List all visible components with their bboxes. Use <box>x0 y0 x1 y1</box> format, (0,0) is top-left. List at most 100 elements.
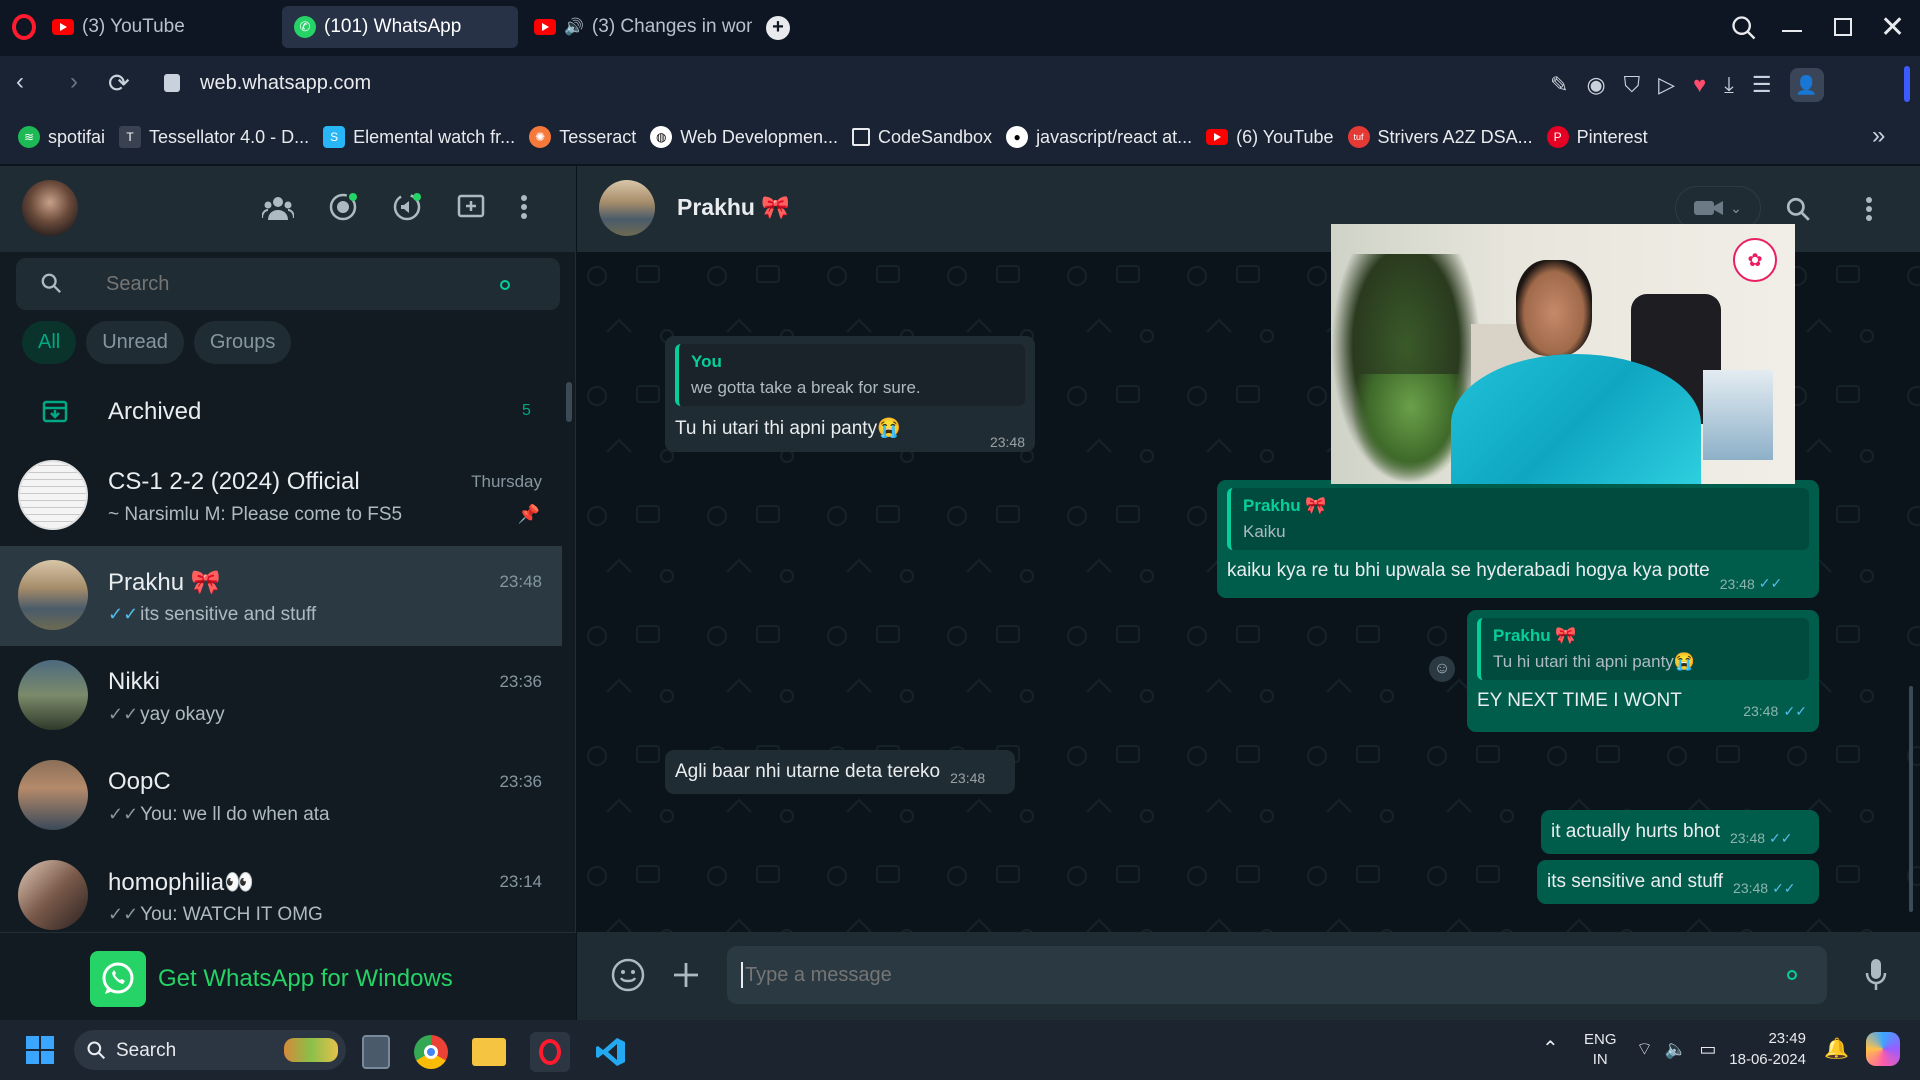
microphone-icon[interactable] <box>1865 958 1887 992</box>
quoted-author: You <box>691 352 722 371</box>
message-bubble-incoming[interactable]: Agli baar nhi utarne deta tereko 23:48 <box>665 750 1015 794</box>
download-icon[interactable]: ⤓ <box>1724 72 1734 98</box>
vscode-icon[interactable] <box>594 1035 628 1069</box>
tab-changes[interactable]: 🔊 (3) Changes in wome <box>522 6 752 48</box>
picture-in-picture-video[interactable]: ✿ <box>1331 224 1795 484</box>
copilot-icon[interactable] <box>1866 1032 1900 1066</box>
bookmark-spotifai[interactable]: ≋ spotifai <box>18 126 105 148</box>
menu-dots-icon[interactable] <box>520 194 528 220</box>
show-hidden-icons[interactable]: ⌃ <box>1542 1036 1559 1061</box>
message-input[interactable] <box>745 960 1725 990</box>
search-input[interactable] <box>106 270 486 298</box>
edit-icon[interactable]: ✎ <box>1550 72 1568 98</box>
minimize-button[interactable] <box>1782 30 1802 32</box>
status-icon[interactable] <box>328 192 358 222</box>
back-button[interactable]: ‹ <box>16 68 24 96</box>
emoji-reaction-icon[interactable]: ☺ <box>1429 656 1455 682</box>
tab-youtube[interactable]: (3) YouTube <box>40 6 280 48</box>
bookmark-webdev[interactable]: ◍ Web Developmen... <box>650 126 838 148</box>
scrollbar-thumb[interactable] <box>566 382 572 422</box>
quoted-message[interactable]: Prakhu 🎀 Tu hi utari thi apni panty😭 <box>1477 618 1809 680</box>
emoji-icon[interactable] <box>611 958 645 992</box>
chat-item-oopc[interactable]: OopC 23:36 ✓✓ You: we ll do when ata <box>0 746 562 846</box>
grammar-dot-icon <box>1787 970 1797 980</box>
bookmark-tesseract[interactable]: ✺ Tesseract <box>529 126 636 148</box>
new-tab-button[interactable]: + <box>766 16 790 40</box>
search-tabs-icon[interactable] <box>1730 14 1758 42</box>
bookmark-elemental[interactable]: S Elemental watch fr... <box>323 126 515 148</box>
read-receipt-icon: ✓✓ <box>1772 879 1796 896</box>
bookmark-codesandbox[interactable]: CodeSandbox <box>851 127 992 148</box>
notification-bell-icon[interactable]: 🔔 <box>1824 1036 1849 1061</box>
bookmark-pinterest[interactable]: P Pinterest <box>1546 126 1648 148</box>
bookmark-github[interactable]: ● javascript/react at... <box>1006 126 1192 148</box>
new-chat-icon[interactable] <box>456 192 486 222</box>
message-bubble-outgoing[interactable]: it actually hurts bhot 23:48 ✓✓ <box>1541 810 1819 854</box>
message-bubble-outgoing[interactable]: Prakhu 🎀 Tu hi utari thi apni panty😭 EY … <box>1467 610 1819 732</box>
restore-button[interactable] <box>1834 18 1852 36</box>
opera-taskbar-icon[interactable] <box>530 1032 570 1072</box>
bookmark-youtube[interactable]: (6) YouTube <box>1206 127 1334 148</box>
quoted-message[interactable]: You we gotta take a break for sure. <box>675 344 1025 406</box>
bookmark-strivers[interactable]: tuf Strivers A2Z DSA... <box>1347 126 1533 148</box>
promo-banner[interactable]: Get WhatsApp for Windows <box>0 932 576 1020</box>
read-receipt-icon: ✓✓ <box>1758 575 1783 591</box>
profile-icon[interactable]: 👤 <box>1789 68 1824 102</box>
forward-button[interactable]: › <box>70 68 78 96</box>
opera-logo-icon[interactable] <box>12 14 36 40</box>
bookmark-label: spotifai <box>48 126 106 147</box>
chat-item-nikki[interactable]: Nikki 23:36 ✓✓ yay okayy <box>0 646 562 746</box>
bookmark-label: Strivers A2Z DSA... <box>1377 126 1533 147</box>
message-bubble-outgoing[interactable]: Prakhu 🎀 Kaiku kaiku kya re tu bhi upwal… <box>1217 480 1819 598</box>
start-button[interactable] <box>26 1036 54 1064</box>
taskbar-search[interactable]: Search <box>74 1030 346 1070</box>
filter-unread[interactable]: Unread <box>86 321 184 364</box>
url-text[interactable]: web.whatsapp.com <box>200 72 371 95</box>
system-tray[interactable]: ⌔ 🔈 ▭ <box>1636 1038 1716 1061</box>
clock[interactable]: 23:49 18-06-2024 <box>1726 1028 1806 1070</box>
message-bubble-outgoing[interactable]: its sensitive and stuff 23:48 ✓✓ <box>1537 860 1819 904</box>
codesandbox-icon <box>851 128 870 146</box>
chat-item-homophilia[interactable]: homophilia👀 23:14 ✓✓ You: WATCH IT OMG <box>0 846 562 946</box>
profile-avatar[interactable] <box>22 180 78 236</box>
chrome-icon[interactable] <box>414 1035 448 1069</box>
contact-avatar[interactable] <box>599 180 655 236</box>
chat-scrollbar[interactable] <box>1909 686 1913 912</box>
message-time: 23:48 <box>1729 830 1766 846</box>
reload-button[interactable]: ⟳ <box>108 68 130 99</box>
delivered-icon: ✓✓ <box>108 704 139 724</box>
filter-all[interactable]: All <box>22 321 77 364</box>
contact-name[interactable]: Prakhu 🎀 <box>677 194 790 221</box>
close-window-button[interactable]: ✕ <box>1880 10 1905 45</box>
message-input-box[interactable] <box>727 946 1827 1004</box>
play-icon[interactable]: ▷ <box>1658 72 1675 98</box>
search-icon <box>41 273 61 293</box>
chat-list-panel: All Unread Groups Archived 5 CS-1 2-2 (2… <box>0 166 576 1020</box>
message-time: 23:48 <box>989 434 1025 450</box>
chat-item-cs[interactable]: CS-1 2-2 (2024) Official Thursday ~ Nars… <box>0 446 562 546</box>
bookmark-label: Tessellator 4.0 - D... <box>149 126 310 147</box>
tab-whatsapp[interactable]: ✆ (101) WhatsApp <box>282 6 518 48</box>
search-box[interactable] <box>16 258 560 310</box>
language-indicator[interactable]: ENG IN <box>1584 1030 1617 1070</box>
chat-menu-icon[interactable] <box>1865 196 1873 222</box>
search-chat-icon[interactable] <box>1785 196 1811 222</box>
quoted-message[interactable]: Prakhu 🎀 Kaiku <box>1227 488 1809 550</box>
attach-plus-icon[interactable] <box>673 962 699 988</box>
shield-icon[interactable]: ⛉ <box>1624 72 1641 98</box>
calculator-icon[interactable] <box>362 1035 390 1069</box>
person-body-image <box>1451 354 1701 484</box>
channels-icon[interactable] <box>392 192 422 222</box>
camera-icon[interactable]: ◉ <box>1586 72 1605 98</box>
message-bubble-incoming[interactable]: You we gotta take a break for sure. Tu h… <box>665 336 1035 452</box>
communities-icon[interactable] <box>262 192 294 222</box>
file-explorer-icon[interactable] <box>472 1038 506 1066</box>
filter-groups[interactable]: Groups <box>193 321 292 364</box>
heart-icon[interactable]: ♥ <box>1693 72 1706 98</box>
chat-item-prakhu[interactable]: Prakhu 🎀 23:48 ✓✓ its sensitive and stuff <box>0 546 562 646</box>
archived-row[interactable]: Archived 5 <box>0 378 562 444</box>
bookmark-tessellator[interactable]: T Tessellator 4.0 - D... <box>119 126 309 148</box>
menu-icon[interactable]: ☰ <box>1752 72 1772 98</box>
more-bookmarks-icon[interactable]: » <box>1872 122 1885 150</box>
read-receipt-icon: ✓✓ <box>1783 703 1807 719</box>
